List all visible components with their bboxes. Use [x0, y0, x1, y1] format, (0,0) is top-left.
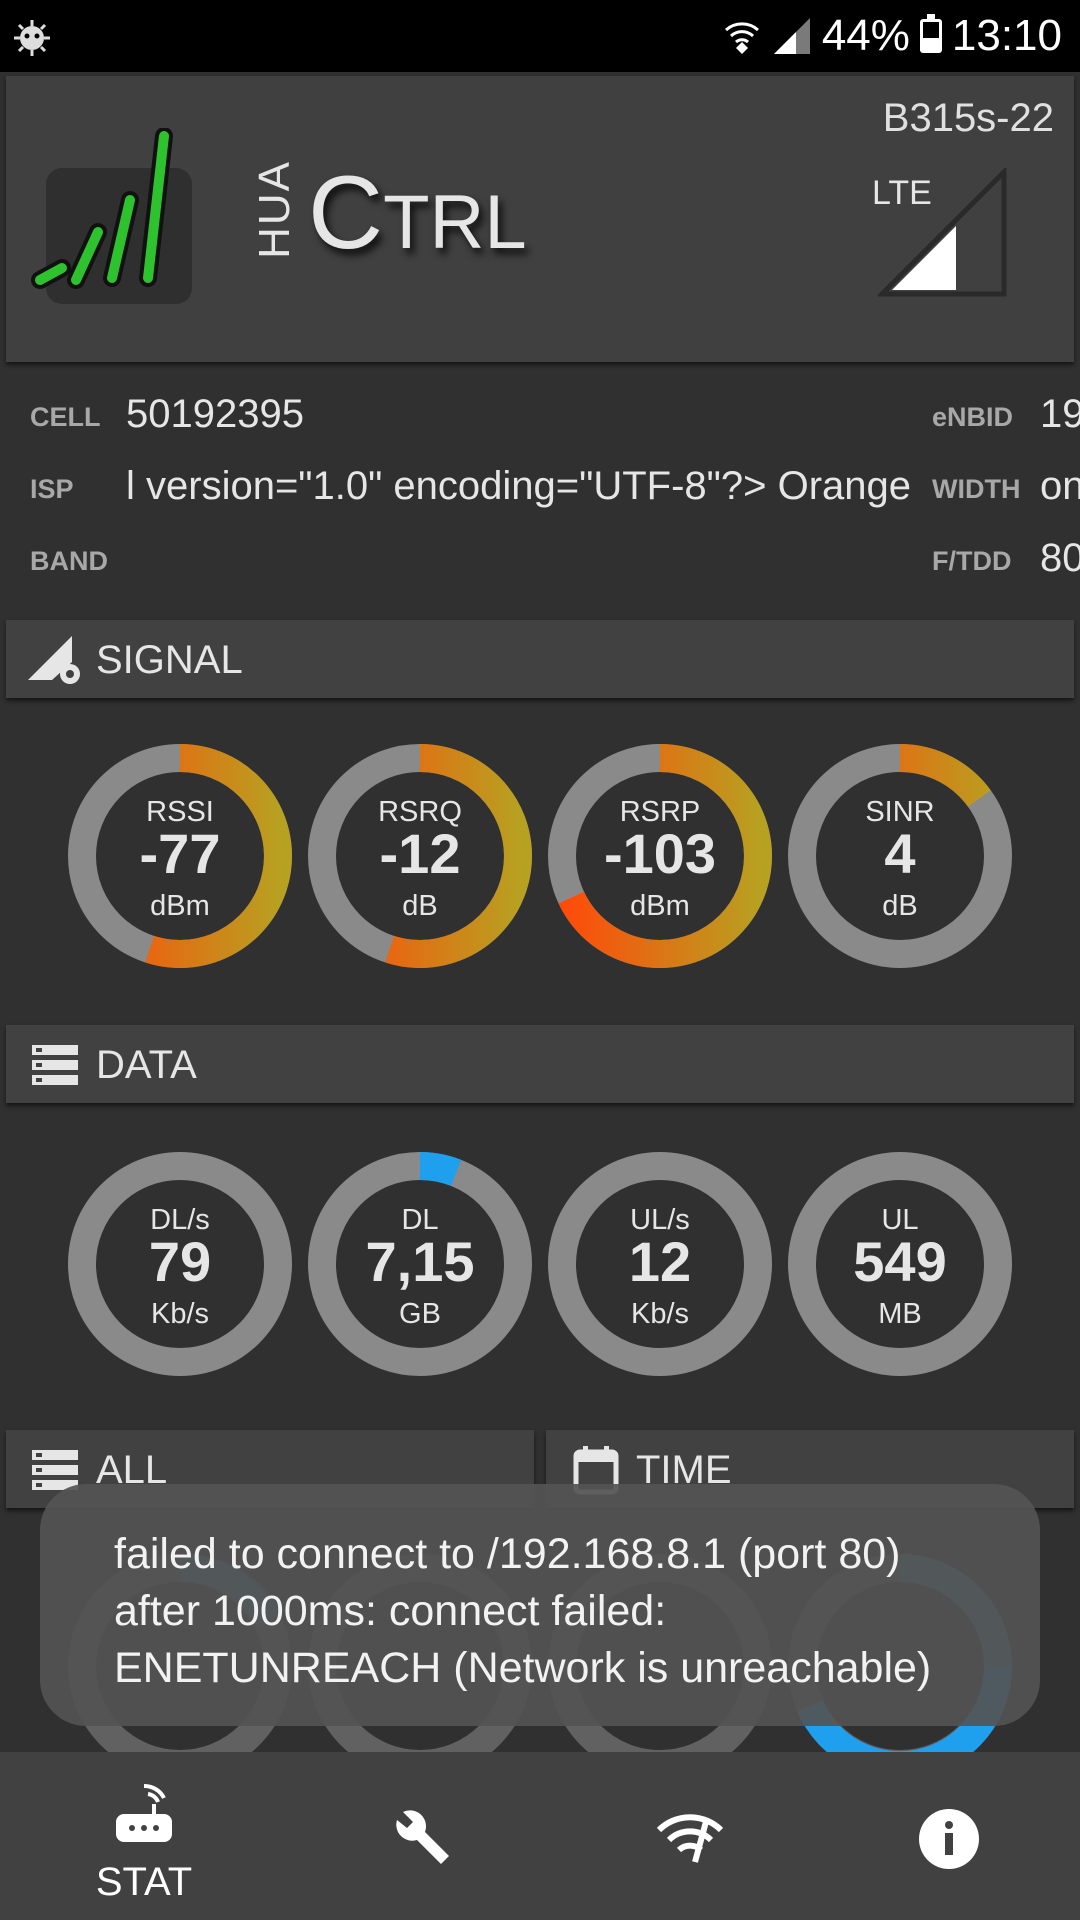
- battery-percent: 44%: [821, 11, 910, 60]
- status-bar: 44% 13:10: [0, 0, 1080, 72]
- signal-section-header[interactable]: SIGNAL: [6, 620, 1074, 698]
- gauge-unit: dBm: [150, 890, 210, 922]
- nav-tools[interactable]: [284, 1752, 554, 1920]
- app-title: HUA CTRL: [250, 160, 527, 265]
- gauge-unit: Kb/s: [630, 1298, 690, 1330]
- isp-value: l version="1.0" encoding="UTF-8"?> Orang…: [126, 464, 911, 508]
- cell-signal-icon: [773, 18, 810, 54]
- gauge-unit: MB: [878, 1298, 922, 1330]
- ftdd-value: 80: [1040, 536, 1080, 580]
- gauge-value: -103: [603, 822, 717, 885]
- enbid-value: 19: [1040, 392, 1080, 436]
- gauge-value: 12: [628, 1230, 692, 1293]
- lte-signal-strength-icon: [878, 168, 1007, 297]
- gauge-value: 7,15: [365, 1230, 475, 1293]
- info-row-isp: ISP l version="1.0" encoding="UTF-8"?> O…: [0, 464, 1080, 524]
- gauge-unit: GB: [399, 1298, 441, 1330]
- gauge-unit: dB: [402, 890, 438, 922]
- width-label: WIDTH: [932, 474, 1021, 504]
- enbid-label: eNBID: [932, 402, 1014, 432]
- data-gauge-ul-s: UL/s 12 Kb/s: [548, 1152, 772, 1376]
- band-label: BAND: [30, 546, 108, 576]
- android-debug-icon: [14, 20, 50, 56]
- signal-gauge-sinr: SINR 4 dB: [788, 744, 1012, 968]
- gauge-value: 549: [853, 1230, 947, 1293]
- header-card: B315s-22 HUA CTRL LTE: [6, 76, 1074, 362]
- wifi-signal-icon: [656, 1814, 724, 1863]
- cell-value: 50192395: [126, 392, 304, 436]
- data-list-icon: [32, 1045, 78, 1085]
- wrench-icon: [396, 1810, 449, 1864]
- nav-wifi[interactable]: [550, 1752, 820, 1920]
- wifi-icon: [724, 22, 759, 54]
- toast-message: failed to connect to /192.168.8.1 (port …: [114, 1530, 932, 1692]
- nav-stat[interactable]: STAT: [9, 1752, 279, 1920]
- nav-info[interactable]: [813, 1752, 1080, 1920]
- error-toast: failed to connect to /192.168.8.1 (port …: [40, 1484, 1040, 1726]
- signal-gauge-rsrq: RSRQ -12 dB: [308, 744, 532, 968]
- info-row-cell: CELL 50192395 eNBID 19: [0, 392, 1080, 452]
- width-value: on: [1040, 464, 1080, 508]
- battery-icon: [919, 14, 942, 53]
- app-title-rest: TRL: [383, 179, 527, 265]
- signal-section-label: SIGNAL: [96, 638, 243, 682]
- signal-settings-icon: [28, 636, 80, 684]
- app-title-prefix: HUA: [250, 160, 299, 259]
- gauge-value: -77: [139, 822, 221, 885]
- gauge-unit: Kb/s: [150, 1298, 210, 1330]
- info-icon: [919, 1809, 979, 1869]
- gauge-unit: dB: [882, 890, 918, 922]
- cell-label: CELL: [30, 402, 101, 432]
- bottom-navigation: STAT: [0, 1752, 1080, 1920]
- app-logo-icon: [31, 128, 192, 304]
- info-row-band: BAND F/TDD 80: [0, 536, 1080, 596]
- ftdd-label: F/TDD: [932, 546, 1012, 576]
- gauge-value: 4: [884, 822, 916, 885]
- data-section-header[interactable]: DATA: [6, 1025, 1074, 1103]
- app-title-initial: C: [308, 154, 384, 271]
- data-gauge-dl: DL 7,15 GB: [308, 1152, 532, 1376]
- isp-label: ISP: [30, 474, 74, 504]
- signal-gauge-rsrp: RSRP -103 dBm: [548, 744, 772, 968]
- data-gauge-ul: UL 549 MB: [788, 1152, 1012, 1376]
- nav-stat-label: STAT: [95, 1860, 193, 1904]
- gauge-unit: dBm: [630, 890, 690, 922]
- gauge-value: 79: [148, 1230, 212, 1293]
- router-model: B315s-22: [882, 96, 1054, 140]
- data-gauge-dl-s: DL/s 79 Kb/s: [68, 1152, 292, 1376]
- router-icon: [116, 1783, 172, 1842]
- data-section-label: DATA: [96, 1043, 197, 1087]
- signal-gauge-rssi: RSSI -77 dBm: [68, 744, 292, 968]
- gauge-value: -12: [379, 822, 461, 885]
- clock: 13:10: [951, 11, 1062, 60]
